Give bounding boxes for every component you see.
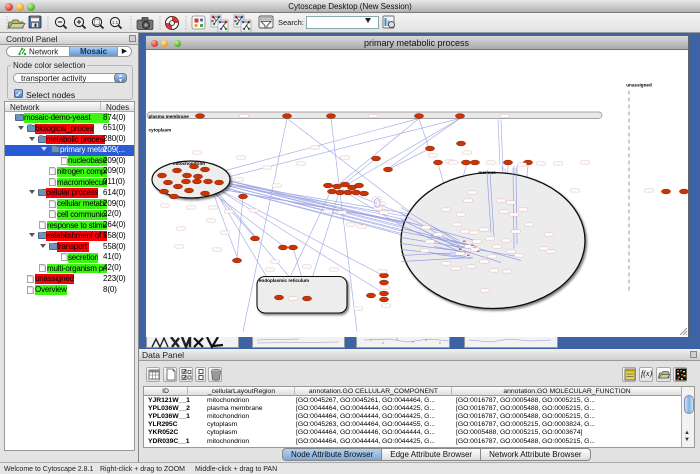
- svg-text:mitochondrion: mitochondrion: [172, 161, 204, 166]
- svg-text:endoplasmic reticulum: endoplasmic reticulum: [259, 278, 309, 283]
- svg-text:unassigned: unassigned: [626, 82, 652, 87]
- svg-text:1:1: 1:1: [112, 20, 119, 25]
- svg-text:plasma membrane: plasma membrane: [148, 113, 189, 118]
- svg-text:cytoplasm: cytoplasm: [148, 127, 171, 132]
